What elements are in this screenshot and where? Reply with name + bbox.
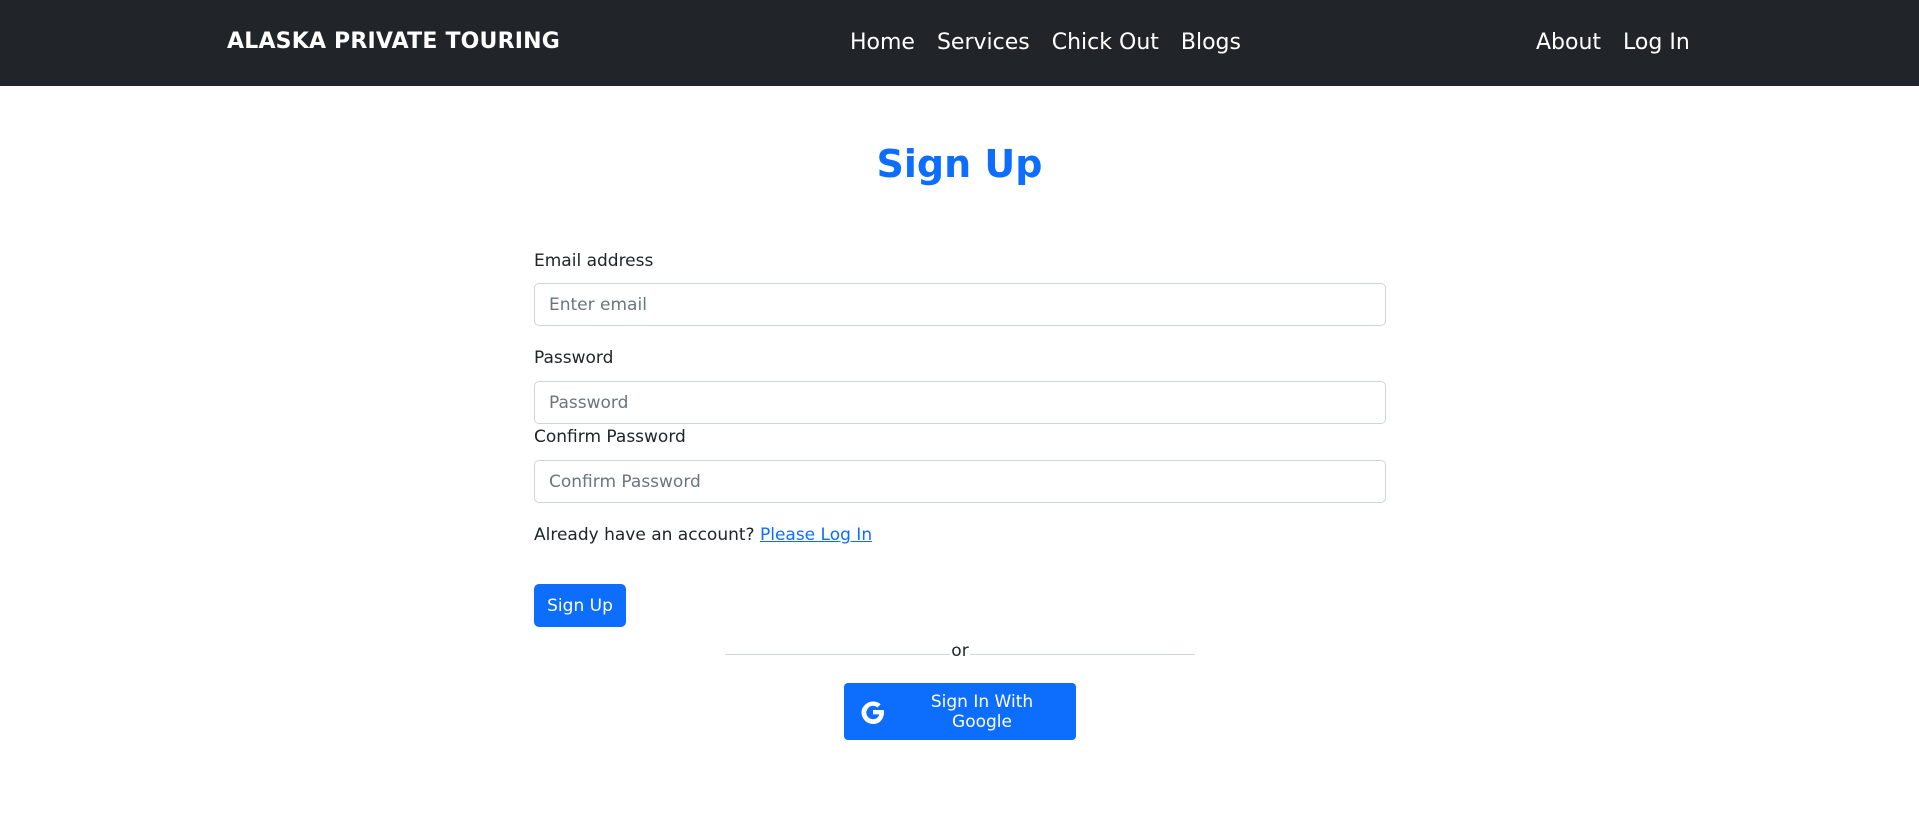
confirm-password-label: Confirm Password <box>534 427 686 447</box>
google-sign-in-button[interactable]: Sign In With Google <box>844 683 1076 740</box>
password-label: Password <box>534 348 614 368</box>
login-prompt-text: Already have an account? <box>534 525 755 545</box>
nav-link-about[interactable]: About <box>1536 28 1601 58</box>
account-nav: About Log In <box>1536 28 1690 58</box>
email-field[interactable] <box>534 283 1386 326</box>
divider-line-right <box>970 654 1195 655</box>
divider-line-left <box>725 654 950 655</box>
nav-link-services[interactable]: Services <box>937 28 1030 58</box>
sign-up-button[interactable]: Sign Up <box>534 584 626 627</box>
brand-logo-link[interactable]: ALASKA PRIVATE TOURING <box>227 29 560 54</box>
nav-link-home[interactable]: Home <box>850 28 915 58</box>
login-link[interactable]: Please Log In <box>760 525 872 545</box>
page-title: Sign Up <box>876 142 1043 186</box>
password-field[interactable] <box>534 381 1386 424</box>
google-sign-in-label: Sign In With Google <box>930 691 1034 732</box>
nav-link-log-in[interactable]: Log In <box>1623 28 1690 58</box>
email-label: Email address <box>534 251 654 271</box>
nav-link-blogs[interactable]: Blogs <box>1181 28 1241 58</box>
google-icon <box>858 697 888 727</box>
nav-link-chick-out[interactable]: Chick Out <box>1052 28 1159 58</box>
divider-or: or <box>951 641 969 661</box>
login-prompt: Already have an account? Please Log In <box>534 524 872 546</box>
top-navbar: ALASKA PRIVATE TOURING Home Services Chi… <box>0 0 1919 86</box>
main-nav: Home Services Chick Out Blogs <box>850 28 1241 58</box>
confirm-password-field[interactable] <box>534 460 1386 503</box>
